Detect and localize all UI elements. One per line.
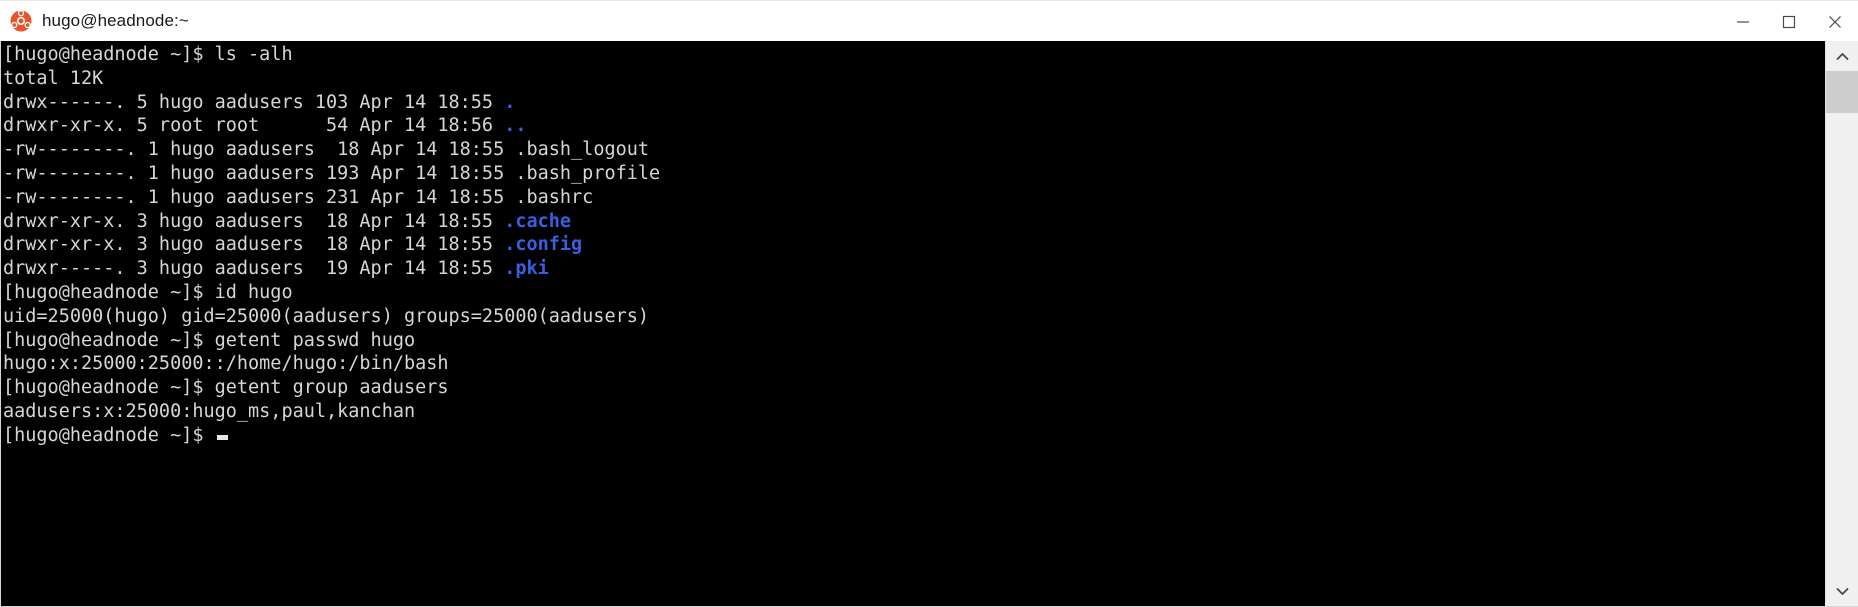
file-metadata: -rw--------. 1 hugo aadusers 193 Apr 14 …	[3, 162, 516, 184]
file-metadata: drwxr-xr-x. 3 hugo aadusers 18 Apr 14 18…	[3, 210, 505, 232]
chevron-down-icon	[1836, 587, 1848, 595]
output-text: total 12K	[3, 67, 104, 89]
output-text: uid=25000(hugo) gid=25000(aadusers) grou…	[3, 305, 650, 327]
command-text: [hugo@headnode ~]$ getent group aadusers	[3, 377, 449, 399]
directory-name: ..	[504, 115, 527, 137]
terminal-line: -rw--------. 1 hugo aadusers 18 Apr 14 1…	[3, 138, 1825, 162]
terminal-screen[interactable]: [hugo@headnode ~]$ ls -alh total 12K drwx-…	[1, 41, 1825, 606]
close-button[interactable]	[1812, 1, 1858, 42]
output-text: [hugo@headnode ~]$	[3, 424, 215, 446]
vertical-scrollbar[interactable]	[1825, 41, 1858, 606]
terminal-line: hugo:x:25000:25000::/home/hugo:/bin/bash	[3, 352, 1825, 376]
title-bar[interactable]: hugo@headnode:~	[0, 0, 1858, 41]
output-text: hugo:x:25000:25000::/home/hugo:/bin/bash	[3, 353, 449, 375]
terminal-line: uid=25000(hugo) gid=25000(aadusers) grou…	[3, 305, 1825, 329]
file-name: .bash_profile	[515, 162, 661, 184]
ubuntu-logo-icon	[10, 10, 32, 32]
window-title: hugo@headnode:~	[42, 11, 189, 30]
terminal-window: hugo@headnode:~ [hugo@headnode ~]$ ls -a…	[0, 0, 1858, 607]
terminal-line: drwxr-xr-x. 5 root root 54 Apr 14 18:56 …	[3, 114, 1825, 138]
file-metadata: drwx------. 5 hugo aadusers 103 Apr 14 1…	[3, 91, 505, 113]
file-metadata: drwxr-xr-x. 5 root root 54 Apr 14 18:56	[3, 115, 505, 137]
scrollbar-track[interactable]	[1826, 71, 1858, 576]
terminal-line: [hugo@headnode ~]$ getent group aadusers	[3, 376, 1825, 400]
terminal-line: drwxr-xr-x. 3 hugo aadusers 18 Apr 14 18…	[3, 210, 1825, 234]
scrollbar-thumb[interactable]	[1826, 71, 1858, 113]
file-metadata: drwxr-xr-x. 3 hugo aadusers 18 Apr 14 18…	[3, 234, 505, 256]
directory-name: .	[504, 91, 516, 113]
terminal-line: -rw--------. 1 hugo aadusers 193 Apr 14 …	[3, 162, 1825, 186]
file-metadata: drwxr-----. 3 hugo aadusers 19 Apr 14 18…	[3, 258, 505, 280]
directory-name: .cache	[504, 210, 572, 232]
terminal-output: [hugo@headnode ~]$ ls -alh total 12K drwx-…	[3, 41, 1825, 448]
terminal-line: aadusers:x:25000:hugo_ms,paul,kanchan	[3, 400, 1825, 424]
minimize-icon	[1737, 20, 1749, 23]
maximize-button[interactable]	[1766, 1, 1812, 42]
output-text: aadusers:x:25000:hugo_ms,paul,kanchan	[3, 400, 416, 422]
file-name: .bash_logout	[515, 139, 650, 161]
terminal-line: [hugo@headnode ~]$ id hugo	[3, 281, 1825, 305]
terminal-line: -rw--------. 1 hugo aadusers 231 Apr 14 …	[3, 186, 1825, 210]
title-bar-left: hugo@headnode:~	[0, 10, 189, 32]
terminal-line: [hugo@headnode ~]$ getent passwd hugo	[3, 329, 1825, 353]
file-name: .bashrc	[515, 186, 594, 208]
terminal-line: drwxr-xr-x. 3 hugo aadusers 18 Apr 14 18…	[3, 233, 1825, 257]
terminal-line: drwx------. 5 hugo aadusers 103 Apr 14 1…	[3, 91, 1825, 115]
text-cursor	[216, 434, 228, 440]
terminal-line: drwxr-----. 3 hugo aadusers 19 Apr 14 18…	[3, 257, 1825, 281]
command-text: [hugo@headnode ~]$ getent passwd hugo	[3, 329, 416, 351]
directory-name: .pki	[504, 258, 549, 280]
file-metadata: -rw--------. 1 hugo aadusers 18 Apr 14 1…	[3, 139, 516, 161]
scroll-down-button[interactable]	[1826, 576, 1858, 606]
command-text: [hugo@headnode ~]$ id hugo	[3, 281, 293, 303]
terminal-line: total 12K	[3, 67, 1825, 91]
scroll-up-button[interactable]	[1826, 41, 1858, 71]
close-icon	[1829, 15, 1841, 28]
terminal-line: [hugo@headnode ~]$	[3, 424, 1825, 448]
terminal-line: [hugo@headnode ~]$ ls -alh	[3, 43, 1825, 67]
directory-name: .config	[504, 234, 583, 256]
window-controls	[1720, 1, 1858, 42]
minimize-button[interactable]	[1720, 1, 1766, 42]
terminal-area: [hugo@headnode ~]$ ls -alh total 12K drwx-…	[0, 41, 1858, 607]
chevron-up-icon	[1836, 52, 1848, 60]
command-text: [hugo@headnode ~]$ ls -alh	[3, 44, 293, 65]
file-metadata: -rw--------. 1 hugo aadusers 231 Apr 14 …	[3, 186, 516, 208]
maximize-icon	[1782, 15, 1796, 28]
